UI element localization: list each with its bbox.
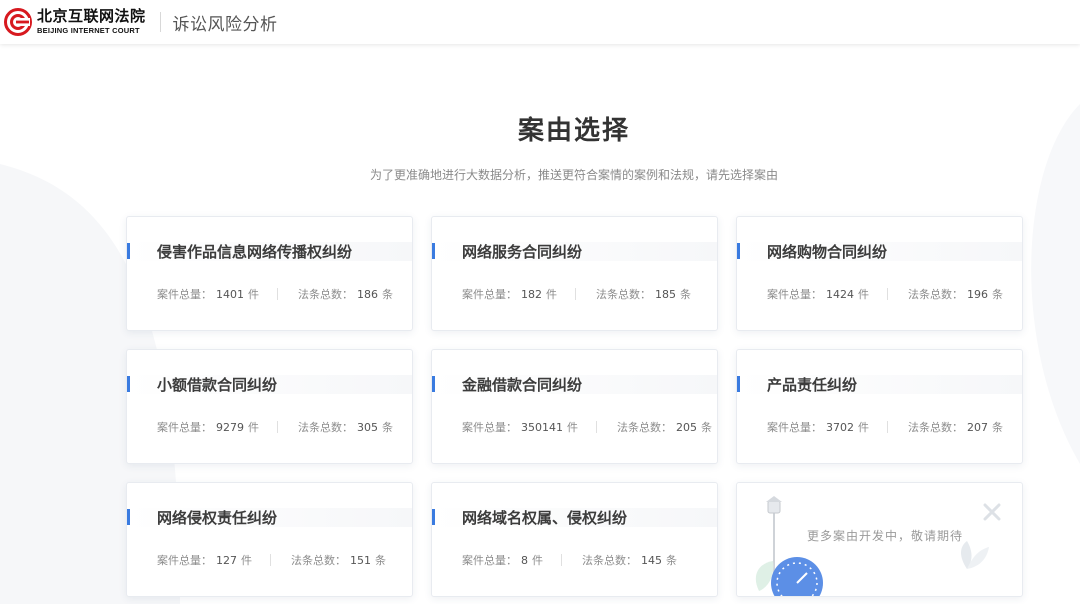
card-title: 金融借款合同纠纷 xyxy=(462,376,583,394)
card-title: 网络域名权属、侵权纠纷 xyxy=(462,509,628,527)
laws-unit: 条 xyxy=(992,421,1003,434)
stat-divider xyxy=(575,288,576,300)
laws-count: 151 xyxy=(350,553,371,567)
cases-count: 8 xyxy=(521,553,528,567)
stat-divider xyxy=(277,288,278,300)
cases-count: 9279 xyxy=(216,420,244,434)
cases-label: 案件总量： xyxy=(157,288,212,301)
cases-count: 127 xyxy=(216,553,237,567)
header-divider xyxy=(159,12,161,32)
laws-unit: 条 xyxy=(382,288,393,301)
coming-soon-card: 更多案由开发中，敬请期待 xyxy=(736,482,1023,597)
card-stats: 案件总量： 9279 件 法条总数： 305 条 xyxy=(157,419,393,435)
card-title: 小额借款合同纠纷 xyxy=(157,376,278,394)
laws-count: 207 xyxy=(967,420,988,434)
card-title: 产品责任纠纷 xyxy=(767,376,858,394)
cases-unit: 件 xyxy=(546,288,557,301)
cases-unit: 件 xyxy=(858,288,869,301)
card-stats: 案件总量： 350141 件 法条总数： 205 条 xyxy=(462,419,712,435)
laws-unit: 条 xyxy=(992,288,1003,301)
case-type-card[interactable]: 侵害作品信息网络传播权纠纷 案件总量： 1401 件 法条总数： 186 条 xyxy=(126,216,413,331)
laws-unit: 条 xyxy=(680,288,691,301)
case-type-card[interactable]: 网络购物合同纠纷 案件总量： 1424 件 法条总数： 196 条 xyxy=(736,216,1023,331)
cases-label: 案件总量： xyxy=(462,288,517,301)
card-title: 网络侵权责任纠纷 xyxy=(157,509,278,527)
card-stats: 案件总量： 1424 件 法条总数： 196 条 xyxy=(767,286,1003,302)
laws-unit: 条 xyxy=(382,421,393,434)
card-accent-bar xyxy=(127,509,130,525)
top-header: 北京互联网法院 BEIJING INTERNET COURT 诉讼风险分析 xyxy=(0,0,1080,44)
laws-count: 305 xyxy=(357,420,378,434)
cases-unit: 件 xyxy=(858,421,869,434)
cases-count: 350141 xyxy=(521,420,563,434)
cases-label: 案件总量： xyxy=(462,554,517,567)
laws-unit: 条 xyxy=(701,421,712,434)
laws-label: 法条总数： xyxy=(291,554,346,567)
card-accent-bar xyxy=(737,376,740,392)
stat-divider xyxy=(887,288,888,300)
laws-unit: 条 xyxy=(666,554,677,567)
stat-divider xyxy=(277,421,278,433)
cases-label: 案件总量： xyxy=(157,421,212,434)
card-accent-bar xyxy=(432,243,435,259)
laws-unit: 条 xyxy=(375,554,386,567)
cases-label: 案件总量： xyxy=(767,288,822,301)
cases-label: 案件总量： xyxy=(157,554,212,567)
cases-count: 182 xyxy=(521,287,542,301)
laws-label: 法条总数： xyxy=(298,421,353,434)
card-accent-bar xyxy=(432,376,435,392)
laws-label: 法条总数： xyxy=(298,288,353,301)
laws-label: 法条总数： xyxy=(908,421,963,434)
cases-count: 1401 xyxy=(216,287,244,301)
cases-unit: 件 xyxy=(241,554,252,567)
laws-label: 法条总数： xyxy=(596,288,651,301)
stat-divider xyxy=(887,421,888,433)
cases-unit: 件 xyxy=(532,554,543,567)
card-title: 侵害作品信息网络传播权纠纷 xyxy=(157,243,353,261)
case-type-card[interactable]: 网络服务合同纠纷 案件总量： 182 件 法条总数： 185 条 xyxy=(431,216,718,331)
card-stats: 案件总量： 127 件 法条总数： 151 条 xyxy=(157,552,386,568)
page-subtitle: 为了更准确地进行大数据分析，推送更符合案情的案例和法规，请先选择案由 xyxy=(369,168,778,182)
laws-count: 186 xyxy=(357,287,378,301)
laws-count: 196 xyxy=(967,287,988,301)
card-accent-bar xyxy=(127,243,130,259)
laws-label: 法条总数： xyxy=(908,288,963,301)
laws-label: 法条总数： xyxy=(617,421,672,434)
stat-divider xyxy=(270,554,271,566)
case-type-card[interactable]: 网络侵权责任纠纷 案件总量： 127 件 法条总数： 151 条 xyxy=(126,482,413,597)
card-title: 网络服务合同纠纷 xyxy=(462,243,583,261)
court-logo[interactable]: 北京互联网法院 BEIJING INTERNET COURT xyxy=(4,8,146,36)
cases-count: 1424 xyxy=(826,287,854,301)
card-stats: 案件总量： 8 件 法条总数： 145 条 xyxy=(462,552,677,568)
stat-divider xyxy=(596,421,597,433)
court-emblem-icon xyxy=(4,8,32,36)
laws-count: 185 xyxy=(655,287,676,301)
case-type-card[interactable]: 产品责任纠纷 案件总量： 3702 件 法条总数： 207 条 xyxy=(736,349,1023,464)
logo-english-name: BEIJING INTERNET COURT xyxy=(37,26,140,36)
logo-chinese-name: 北京互联网法院 xyxy=(37,7,146,26)
laws-label: 法条总数： xyxy=(582,554,637,567)
cases-unit: 件 xyxy=(248,421,259,434)
stat-divider xyxy=(561,554,562,566)
coming-soon-text: 更多案由开发中，敬请期待 xyxy=(807,529,964,543)
case-type-card[interactable]: 金融借款合同纠纷 案件总量： 350141 件 法条总数： 205 条 xyxy=(431,349,718,464)
cases-unit: 件 xyxy=(248,288,259,301)
card-title: 网络购物合同纠纷 xyxy=(767,243,888,261)
card-accent-bar xyxy=(127,376,130,392)
card-accent-bar xyxy=(737,243,740,259)
case-type-card[interactable]: 网络域名权属、侵权纠纷 案件总量： 8 件 法条总数： 145 条 xyxy=(431,482,718,597)
laws-count: 145 xyxy=(641,553,662,567)
card-stats: 案件总量： 3702 件 法条总数： 207 条 xyxy=(767,419,1003,435)
cases-label: 案件总量： xyxy=(462,421,517,434)
card-stats: 案件总量： 182 件 法条总数： 185 条 xyxy=(462,286,691,302)
cases-unit: 件 xyxy=(567,421,578,434)
case-type-card[interactable]: 小额借款合同纠纷 案件总量： 9279 件 法条总数： 305 条 xyxy=(126,349,413,464)
card-stats: 案件总量： 1401 件 法条总数： 186 条 xyxy=(157,286,393,302)
cases-label: 案件总量： xyxy=(767,421,822,434)
cases-count: 3702 xyxy=(826,420,854,434)
app-title: 诉讼风险分析 xyxy=(172,14,278,35)
page-title: 案由选择 xyxy=(517,116,630,146)
laws-count: 205 xyxy=(676,420,697,434)
card-accent-bar xyxy=(432,509,435,525)
